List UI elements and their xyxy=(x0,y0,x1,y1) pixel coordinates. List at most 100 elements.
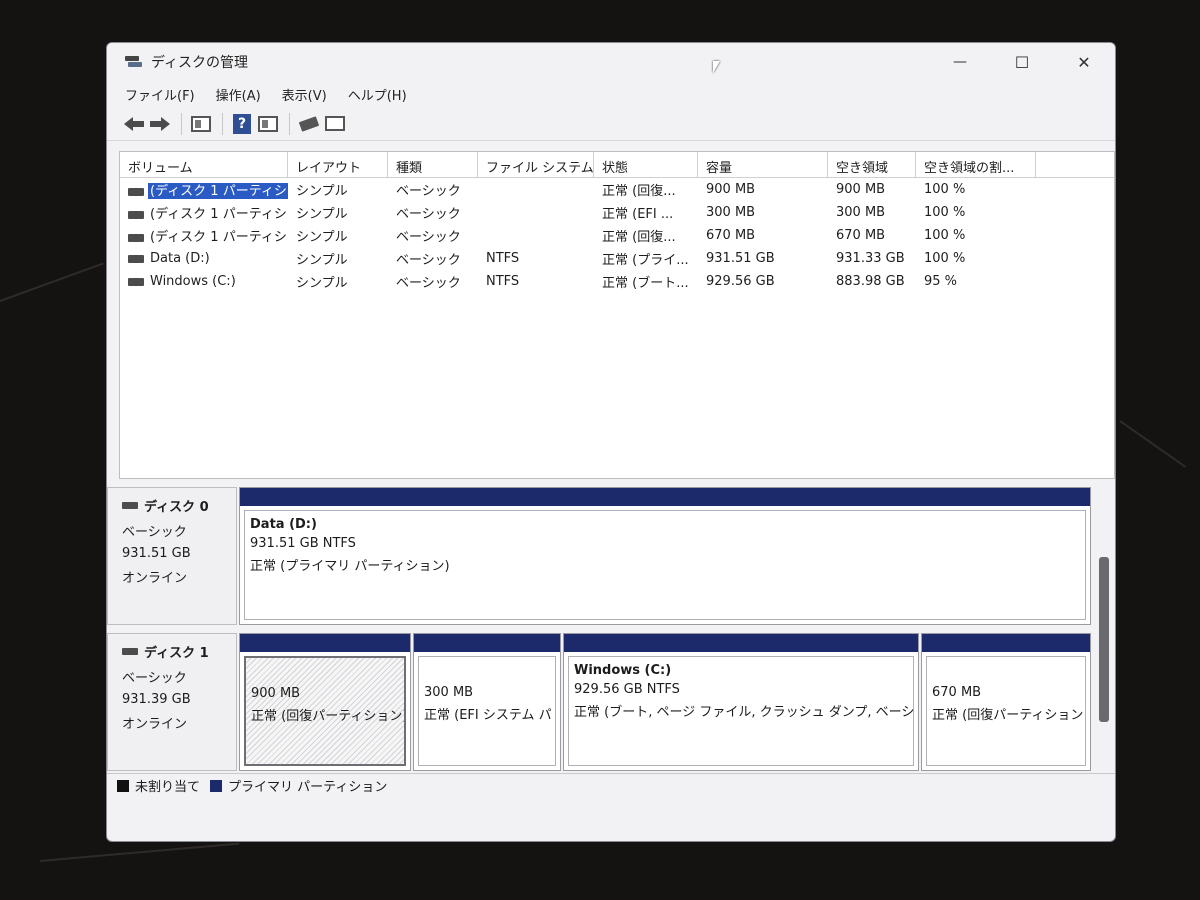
volume-list[interactable]: ボリューム レイアウト 種類 ファイル システム 状態 容量 空き領域 空き領域… xyxy=(119,151,1115,479)
partition-type-bar xyxy=(922,634,1090,652)
close-button[interactable]: ✕ xyxy=(1053,43,1115,81)
column-layout[interactable]: レイアウト xyxy=(288,152,388,177)
partition-body: Data (D:) 931.51 GB NTFS 正常 (プライマリ パーティシ… xyxy=(244,510,1086,620)
volume-name: Windows (C:) xyxy=(150,274,236,289)
partition-status: 正常 (回復パーティション xyxy=(932,708,1084,723)
legend: 未割り当て プライマリ パーティション xyxy=(107,773,1115,797)
column-percent-free[interactable]: 空き領域の割... xyxy=(916,152,1036,177)
partition-type-bar xyxy=(240,488,1090,506)
menu-file[interactable]: ファイル(F) xyxy=(125,85,195,104)
forward-button[interactable] xyxy=(149,113,171,135)
disk-size: 931.51 GB xyxy=(122,546,191,561)
volume-cell: 100 % xyxy=(924,228,966,243)
title-bar[interactable]: ディスクの管理 — ☐ ✕ xyxy=(107,43,1115,81)
volume-cell: 正常 (ブート... xyxy=(602,276,689,291)
help-button[interactable]: ? xyxy=(231,113,253,135)
partition-efi-300mb[interactable]: 300 MB 正常 (EFI システム パ xyxy=(413,633,561,771)
partition-type-bar xyxy=(240,634,410,652)
volume-row[interactable]: (ディスク 1 パーティショ... シンプル ベーシック 正常 (回復... 900 M… xyxy=(120,178,1114,201)
partition-status: 正常 (回復パーティション) xyxy=(251,709,406,724)
partition-size: 929.56 GB NTFS xyxy=(574,682,680,697)
volume-cell: (ディスク 1 パーティショ... xyxy=(120,180,288,199)
partition-data-d[interactable]: Data (D:) 931.51 GB NTFS 正常 (プライマリ パーティシ… xyxy=(239,487,1091,625)
show-hide-console-tree-button[interactable] xyxy=(190,113,212,135)
maximize-button[interactable]: ☐ xyxy=(991,43,1053,81)
volume-row[interactable]: (ディスク 1 パーティショ... シンプル ベーシック 正常 (回復... 670 M… xyxy=(120,224,1114,247)
toolbar-separator xyxy=(181,112,182,135)
volume-cell: 931.51 GB xyxy=(706,251,775,266)
volume-name: (ディスク 1 パーティショ... xyxy=(148,183,288,199)
panel2-icon xyxy=(258,115,278,132)
volume-drive-icon xyxy=(128,233,144,242)
partition-windows-c[interactable]: Windows (C:) 929.56 GB NTFS 正常 (ブート, ページ… xyxy=(563,633,919,771)
partition-size: 900 MB xyxy=(251,686,301,701)
disk-management-app-icon xyxy=(125,55,143,69)
disk-0-row: ディスク 0 ベーシック 931.51 GB オンライン Data (D:) 9… xyxy=(107,487,1097,625)
volume-cell: 883.98 GB xyxy=(836,274,905,289)
volume-row[interactable]: (ディスク 1 パーティショ... シンプル ベーシック 正常 (EFI ... 300… xyxy=(120,201,1114,224)
toolbar-separator xyxy=(289,112,290,135)
partition-recovery-900mb[interactable]: 900 MB 正常 (回復パーティション) xyxy=(239,633,411,771)
volume-cell: 正常 (回復... xyxy=(602,184,676,199)
disk-graphical-view: ディスク 0 ベーシック 931.51 GB オンライン Data (D:) 9… xyxy=(107,487,1115,797)
volume-cell: シンプル xyxy=(296,184,348,199)
volume-cell: 300 MB xyxy=(836,205,886,220)
disk-name: ディスク 1 xyxy=(144,646,209,661)
partition-body: 300 MB 正常 (EFI システム パ xyxy=(418,656,556,766)
volume-cell: 正常 (プライ... xyxy=(602,253,689,268)
column-file-system[interactable]: ファイル システム xyxy=(478,152,594,177)
back-button[interactable] xyxy=(123,113,145,135)
connect-drive-button[interactable] xyxy=(298,113,320,135)
volume-row[interactable]: Windows (C:) シンプル ベーシック NTFS 正常 (ブート... 929.5… xyxy=(120,270,1114,293)
disk-0-info[interactable]: ディスク 0 ベーシック 931.51 GB オンライン xyxy=(107,487,237,625)
legend-unallocated: 未割り当て xyxy=(135,780,201,795)
column-type[interactable]: 種類 xyxy=(388,152,478,177)
partition-body: 670 MB 正常 (回復パーティション xyxy=(926,656,1086,766)
volume-cell: 900 MB xyxy=(706,182,756,197)
column-capacity[interactable]: 容量 xyxy=(698,152,828,177)
partition-size: 300 MB xyxy=(424,685,474,700)
volume-cell: ベーシック xyxy=(396,207,461,222)
volume-list-rows: (ディスク 1 パーティショ...シンプルベーシック正常 (回復...900 M… xyxy=(120,178,1114,293)
volume-name: (ディスク 1 パーティショ... xyxy=(150,207,288,222)
minimize-button[interactable]: — xyxy=(929,43,991,81)
volume-cell: NTFS xyxy=(486,251,520,266)
drive-icon xyxy=(298,115,320,132)
volume-cell: 929.56 GB xyxy=(706,274,775,289)
volume-cell: シンプル xyxy=(296,276,348,291)
volume-list-header: ボリューム レイアウト 種類 ファイル システム 状態 容量 空き領域 空き領域… xyxy=(120,152,1114,178)
column-volume[interactable]: ボリューム xyxy=(120,152,288,177)
menu-bar: ファイル(F) 操作(A) 表示(V) ヘルプ(H) xyxy=(107,81,1115,107)
disk-view-scrollbar[interactable] xyxy=(1099,557,1109,722)
partition-status: 正常 (ブート, ページ ファイル, クラッシュ ダンプ, ベーシック xyxy=(574,705,914,720)
disk-status: オンライン xyxy=(122,571,188,586)
volume-cell: シンプル xyxy=(296,207,348,222)
volume-drive-icon xyxy=(128,210,144,219)
menu-view[interactable]: 表示(V) xyxy=(282,85,327,104)
volume-cell: ベーシック xyxy=(396,184,461,199)
disk-1-row: ディスク 1 ベーシック 931.39 GB オンライン 900 MB 正常 (… xyxy=(107,633,1097,771)
volume-cell: 931.33 GB xyxy=(836,251,905,266)
legend-primary-partition: プライマリ パーティション xyxy=(228,780,388,795)
legend-swatch-primary xyxy=(210,779,223,792)
volume-cell: 300 MB xyxy=(706,205,756,220)
volume-cell: 670 MB xyxy=(836,228,886,243)
partition-recovery-670mb[interactable]: 670 MB 正常 (回復パーティション xyxy=(921,633,1091,771)
partition-body: Windows (C:) 929.56 GB NTFS 正常 (ブート, ページ… xyxy=(568,656,914,766)
disk-icon xyxy=(122,648,138,655)
volume-cell: 100 % xyxy=(924,205,966,220)
show-hide-action-pane-button[interactable] xyxy=(257,113,279,135)
properties-button[interactable] xyxy=(324,113,346,135)
volume-cell: 100 % xyxy=(924,251,966,266)
menu-action[interactable]: 操作(A) xyxy=(216,85,261,104)
column-status[interactable]: 状態 xyxy=(594,152,698,177)
disk-type: ベーシック xyxy=(122,525,187,540)
partition-type-bar xyxy=(414,634,560,652)
disk-1-info[interactable]: ディスク 1 ベーシック 931.39 GB オンライン xyxy=(107,633,237,771)
volume-cell: (ディスク 1 パーティショ... xyxy=(120,203,288,222)
volume-row[interactable]: Data (D:) シンプル ベーシック NTFS 正常 (プライ... 931.51 G… xyxy=(120,247,1114,270)
column-free-space[interactable]: 空き領域 xyxy=(828,152,916,177)
disk-size: 931.39 GB xyxy=(122,692,191,707)
menu-help[interactable]: ヘルプ(H) xyxy=(348,85,407,104)
disk-type: ベーシック xyxy=(122,671,187,686)
